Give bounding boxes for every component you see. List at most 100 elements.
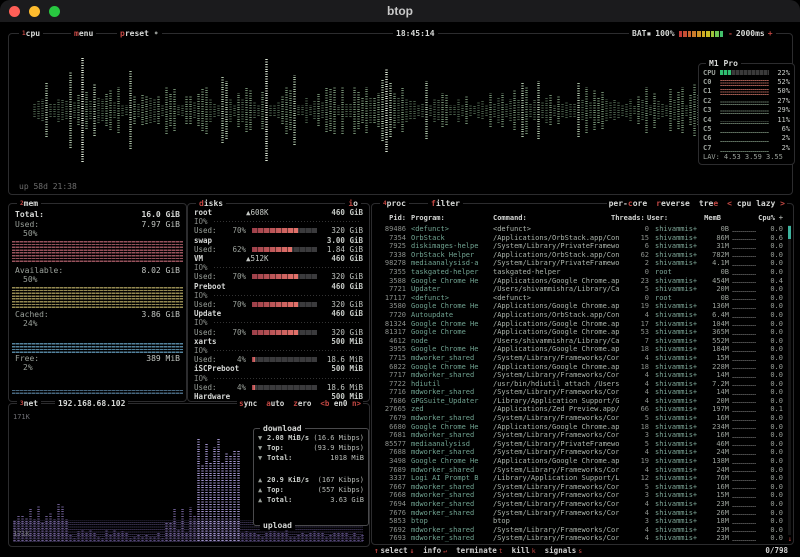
process-row[interactable]: 7686GPGSuite_Updater/Library/Application… bbox=[376, 397, 783, 406]
cpu-graph-column bbox=[65, 101, 68, 119]
process-row[interactable]: 3580Google Chrome He/Applications/Google… bbox=[376, 302, 783, 311]
kill-button[interactable]: killk bbox=[512, 546, 536, 555]
header-threads[interactable]: Threads: bbox=[611, 214, 641, 223]
header-pid[interactable]: Pid: bbox=[376, 214, 406, 223]
tree-toggle[interactable]: tree bbox=[699, 199, 718, 208]
disk-name-row: Update460 GiB bbox=[188, 309, 369, 318]
disks-box-title[interactable]: disks bbox=[196, 199, 226, 208]
process-row[interactable]: 3588Google Chrome He/Applications/Google… bbox=[376, 277, 783, 286]
process-row[interactable]: 7716mdworker_shared/System/Library/Frame… bbox=[376, 388, 783, 397]
cpu-sparkline bbox=[729, 242, 759, 251]
cpu-graph-column bbox=[325, 88, 328, 131]
sync-toggle[interactable]: sync bbox=[239, 399, 257, 408]
process-row[interactable]: 85577mediaanalysisd/System/Library/Priva… bbox=[376, 440, 783, 449]
process-row[interactable]: 3337Logi AI Prompt B/Library/Application… bbox=[376, 474, 783, 483]
process-row[interactable]: 7667mdworker_shared/System/Library/Frame… bbox=[376, 483, 783, 492]
process-row[interactable]: 81317Google Chrome/Applications/Google C… bbox=[376, 328, 783, 337]
header-user[interactable]: User: bbox=[641, 214, 693, 223]
signals-button[interactable]: signalss bbox=[545, 546, 583, 555]
header-command[interactable]: Command: bbox=[487, 214, 611, 223]
process-row[interactable]: 7925diskimages-helpe/System/Library/Priv… bbox=[376, 242, 783, 251]
cpu-cell: 0.1 bbox=[759, 405, 783, 414]
cpu-sparkline bbox=[729, 440, 759, 449]
filter-button[interactable]: filter bbox=[428, 199, 463, 208]
sort-selector[interactable]: < cpu lazy > bbox=[727, 199, 785, 208]
user-cell: shivammis+ bbox=[649, 431, 701, 440]
process-row[interactable]: 7694mdworker_shared/System/Library/Frame… bbox=[376, 500, 783, 509]
per-core-toggle[interactable]: per-core bbox=[609, 199, 648, 208]
memory-box-title[interactable]: 2mem bbox=[17, 199, 41, 208]
process-row[interactable]: 7688mdworker_shared/System/Library/Frame… bbox=[376, 448, 783, 457]
process-row[interactable]: 7721Updater/Users/shivammishra/Library/C… bbox=[376, 285, 783, 294]
command-cell: btop bbox=[487, 517, 619, 526]
process-row[interactable]: 7692mdworker_shared/System/Library/Frame… bbox=[376, 526, 783, 535]
program-cell: <defunct> bbox=[406, 225, 487, 234]
terminate-button[interactable]: terminatet bbox=[456, 546, 503, 555]
process-row[interactable]: 7676mdworker_shared/System/Library/Frame… bbox=[376, 509, 783, 518]
net-graph-column bbox=[125, 533, 128, 541]
menu-button[interactable]: menu bbox=[71, 29, 96, 38]
reverse-toggle[interactable]: reverse bbox=[656, 199, 690, 208]
disk-used-row: Used:70%320 GiB bbox=[188, 300, 369, 309]
cpu-graph-column bbox=[281, 96, 284, 124]
process-row[interactable]: 89486<defunct><defunct>0shivammis+0B0.0 bbox=[376, 225, 783, 234]
interval-minus-button[interactable]: - bbox=[728, 29, 733, 38]
info-button[interactable]: info↵ bbox=[423, 546, 447, 555]
cpu-graph-column bbox=[33, 103, 36, 117]
process-row[interactable]: 7720Autoupdate/Applications/OrbStack.app… bbox=[376, 311, 783, 320]
cpu-cell: 0.0 bbox=[759, 388, 783, 397]
header-cpu[interactable]: Cpu% bbox=[751, 214, 775, 223]
process-row[interactable]: 27665zed/Applications/Zed Preview.app/Co… bbox=[376, 405, 783, 414]
process-row[interactable]: 98278mediaanalysisd-a/System/Library/Pri… bbox=[376, 259, 783, 268]
process-row[interactable]: 7354OrbStack/Applications/OrbStack.app/C… bbox=[376, 234, 783, 243]
cpu-graph-column bbox=[341, 86, 344, 135]
process-row[interactable]: 7722hdiutil/usr/bin/hdiutil attach /User… bbox=[376, 380, 783, 389]
process-row[interactable]: 7717mdworker_shared/System/Library/Frame… bbox=[376, 371, 783, 380]
process-row[interactable]: 7679mdworker_shared/System/Library/Frame… bbox=[376, 414, 783, 423]
process-row[interactable]: 81324Google Chrome He/Applications/Googl… bbox=[376, 320, 783, 329]
auto-toggle[interactable]: auto bbox=[266, 399, 284, 408]
pid-cell: 81317 bbox=[376, 328, 406, 337]
cpu-graph-column bbox=[345, 103, 348, 117]
upload-row: ▲Top:(557 Kibps) bbox=[254, 485, 368, 495]
header-program[interactable]: Program: bbox=[406, 214, 487, 223]
process-row[interactable]: 7715mdworker_shared/System/Library/Frame… bbox=[376, 354, 783, 363]
process-row[interactable]: 3955Google Chrome He/Applications/Google… bbox=[376, 345, 783, 354]
preset-button[interactable]: preset • bbox=[117, 29, 162, 38]
net-graph-column bbox=[145, 534, 148, 541]
process-row[interactable]: 5853btopbtop3shivammis+18M0.0 bbox=[376, 517, 783, 526]
pid-cell: 6680 bbox=[376, 423, 406, 432]
process-scrollbar-thumb[interactable] bbox=[788, 226, 792, 239]
cpu-graph-column bbox=[681, 87, 684, 133]
cpu-box-title[interactable]: 1cpu bbox=[19, 29, 43, 38]
process-scrollbar-track[interactable] bbox=[788, 225, 792, 539]
process-row[interactable]: 7689mdworker_shared/System/Library/Frame… bbox=[376, 466, 783, 475]
scroll-down-icon[interactable]: ↓ bbox=[788, 535, 792, 543]
process-row[interactable]: 7355taskgated-helpertaskgated-helper0roo… bbox=[376, 268, 783, 277]
header-memb[interactable]: MemB bbox=[693, 214, 721, 223]
pid-cell: 7676 bbox=[376, 509, 406, 518]
process-row[interactable]: 7338OrbStack Helper/Applications/OrbStac… bbox=[376, 251, 783, 260]
process-row[interactable]: 7693mdworker_shared/System/Library/Frame… bbox=[376, 534, 783, 543]
cpu-graph-column bbox=[477, 102, 480, 119]
cpu-graph-column bbox=[609, 102, 612, 117]
interval-plus-button[interactable]: + bbox=[768, 29, 773, 38]
interface-selector[interactable]: <b en0 n> bbox=[320, 399, 361, 408]
process-row[interactable]: 4612node/Users/shivammishra/Library/Cach… bbox=[376, 337, 783, 346]
process-row[interactable]: 17117<defunct><defunct>0root0B0.0 bbox=[376, 294, 783, 303]
cpu-sparkline bbox=[729, 302, 759, 311]
disks-io-toggle[interactable]: io bbox=[345, 199, 361, 208]
process-row[interactable]: 7681mdworker_shared/System/Library/Frame… bbox=[376, 431, 783, 440]
process-row[interactable]: 3498Google Chrome He/Applications/Google… bbox=[376, 457, 783, 466]
process-box-title[interactable]: 4proc bbox=[380, 199, 409, 208]
process-row[interactable]: 6680Google Chrome He/Applications/Google… bbox=[376, 423, 783, 432]
zero-toggle[interactable]: zero bbox=[293, 399, 311, 408]
cpu-graph-column bbox=[525, 86, 528, 134]
disk-name-row: VM▲512K460 GiB bbox=[188, 254, 369, 263]
network-box-title[interactable]: 3net bbox=[17, 399, 41, 408]
process-row[interactable]: 6822Google Chrome He/Applications/Google… bbox=[376, 363, 783, 372]
select-control[interactable]: ↑ select ↓ bbox=[374, 546, 414, 555]
process-row[interactable]: 7668mdworker_shared/System/Library/Frame… bbox=[376, 491, 783, 500]
cpu-sparkline bbox=[729, 500, 759, 509]
mem-cell: 4.1M bbox=[701, 259, 729, 268]
